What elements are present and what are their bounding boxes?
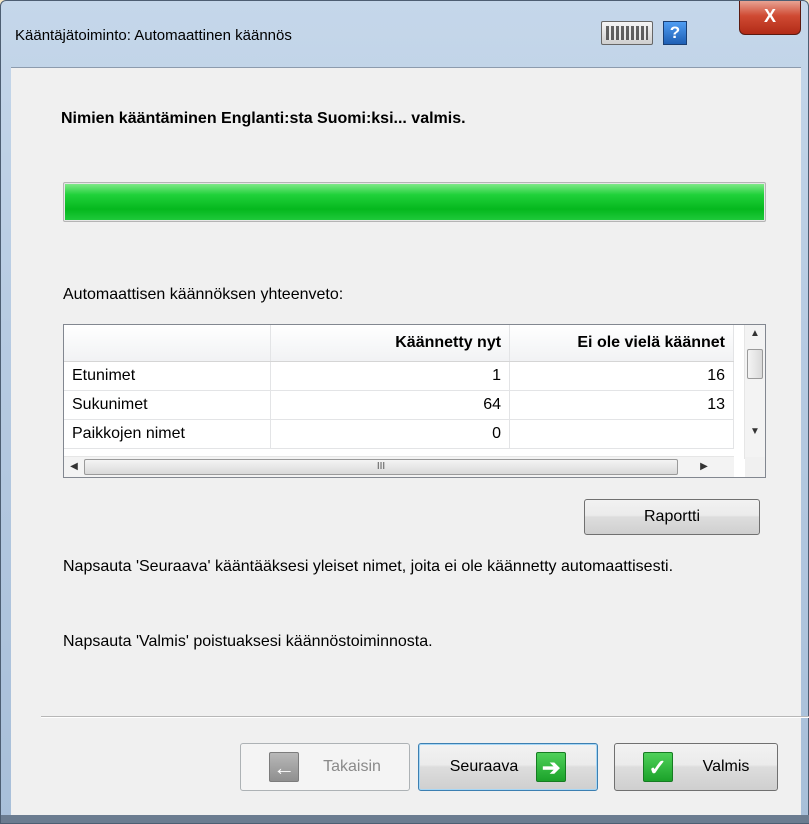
horizontal-scrollbar[interactable]: ◀ III ▶ (64, 456, 734, 477)
wizard-content: Nimien kääntäminen Englanti:sta Suomi:ks… (11, 67, 809, 818)
cell-value (509, 419, 734, 449)
close-button[interactable]: X (739, 1, 801, 35)
report-button[interactable]: Raportti (584, 499, 760, 535)
cell-value: 1 (270, 361, 511, 391)
scroll-corner (745, 457, 765, 477)
arrow-left-icon: ← (269, 752, 300, 782)
cell-value: 13 (509, 390, 734, 420)
back-button-label: Takaisin (323, 758, 381, 775)
cell-value: 64 (270, 390, 511, 420)
window-bottom-frame (1, 815, 809, 823)
row-label: Sukunimet (64, 390, 272, 420)
table-row[interactable]: Paikkojen nimet 0 (64, 419, 734, 449)
summary-label: Automaattisen käännöksen yhteenveto: (63, 286, 344, 303)
arrow-right-icon: ➔ (536, 752, 567, 782)
scroll-left-icon[interactable]: ◀ (64, 457, 84, 477)
cell-value: 16 (509, 361, 734, 391)
help-icon[interactable]: ? (663, 21, 687, 45)
wizard-window: Kääntäjätoiminto: Automaattinen käännös … (0, 0, 809, 824)
cell-value: 0 (270, 419, 511, 449)
table-header-row: Käännetty nyt Ei ole vielä käännet (64, 325, 734, 362)
vertical-scroll-thumb[interactable] (747, 349, 763, 379)
column-header[interactable]: Ei ole vielä käännet (509, 325, 734, 362)
row-label: Paikkojen nimet (64, 419, 272, 449)
status-heading: Nimien kääntäminen Englanti:sta Suomi:ks… (61, 110, 466, 127)
next-button[interactable]: Seuraava ➔ (418, 743, 598, 791)
title-bar[interactable]: Kääntäjätoiminto: Automaattinen käännös … (1, 1, 808, 67)
done-button[interactable]: ✓ Valmis (614, 743, 778, 791)
progress-fill (65, 184, 764, 220)
keyboard-icon[interactable] (601, 21, 653, 45)
summary-table[interactable]: Käännetty nyt Ei ole vielä käännet Etuni… (63, 324, 766, 478)
divider (41, 716, 809, 718)
done-instructions: Napsauta 'Valmis' poistuaksesi käännösto… (63, 633, 433, 650)
scroll-right-icon[interactable]: ▶ (694, 457, 714, 477)
progress-bar (63, 182, 766, 222)
done-button-label: Valmis (702, 758, 750, 775)
table-row[interactable]: Etunimet 1 16 (64, 361, 734, 391)
window-title: Kääntäjätoiminto: Automaattinen käännös (15, 27, 292, 44)
table-row[interactable]: Sukunimet 64 13 (64, 390, 734, 420)
horizontal-scroll-thumb[interactable]: III (84, 459, 678, 475)
next-instructions: Napsauta 'Seuraava' kääntääksesi yleiset… (63, 558, 674, 575)
column-header[interactable] (64, 325, 272, 362)
next-button-label: Seuraava (449, 758, 519, 775)
checkmark-icon: ✓ (642, 752, 673, 782)
scroll-down-icon[interactable]: ▼ (745, 423, 765, 441)
vertical-scrollbar[interactable]: ▲ ▼ (744, 325, 765, 459)
back-button[interactable]: ← Takaisin (240, 743, 410, 791)
row-label: Etunimet (64, 361, 272, 391)
column-header[interactable]: Käännetty nyt (270, 325, 511, 362)
scroll-up-icon[interactable]: ▲ (745, 325, 765, 343)
